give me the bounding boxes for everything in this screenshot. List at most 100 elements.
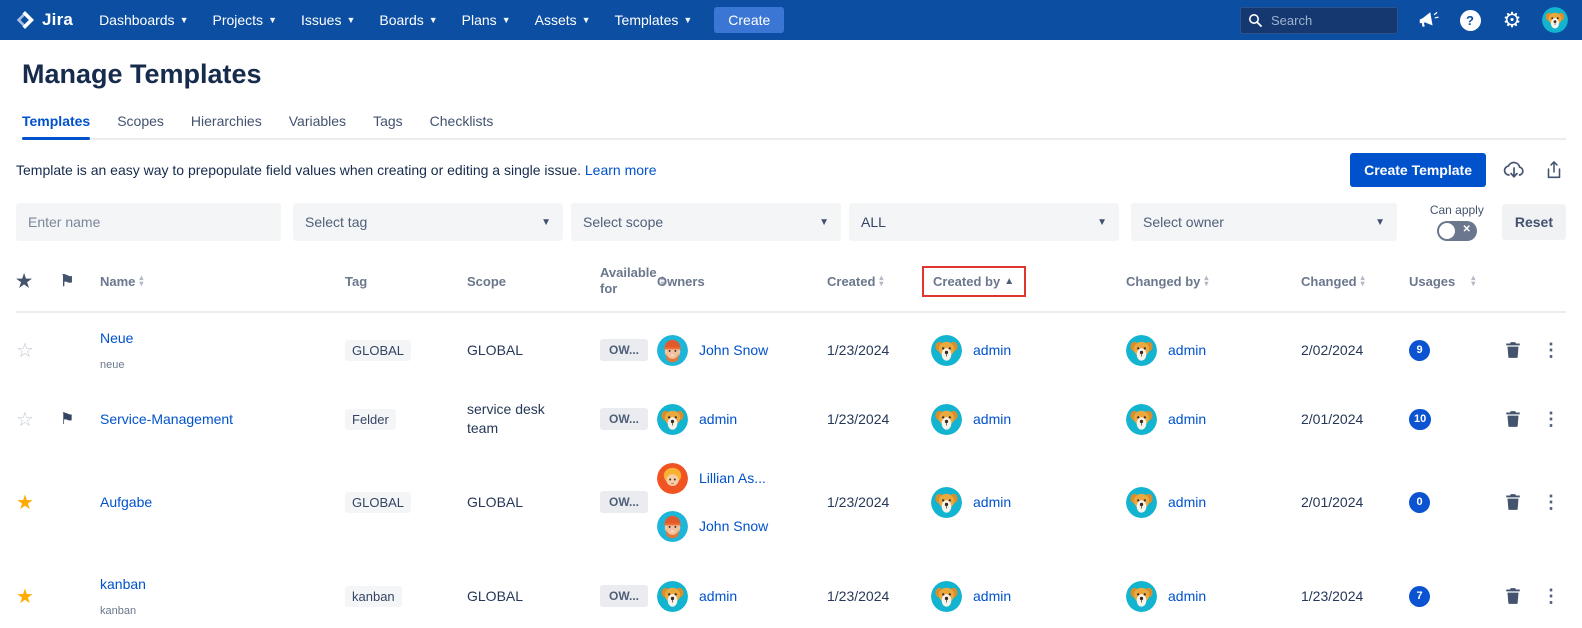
usages-badge[interactable]: 9 <box>1409 340 1430 361</box>
trash-icon[interactable] <box>1504 410 1522 428</box>
usages-badge[interactable]: 10 <box>1409 409 1431 430</box>
star-icon[interactable]: ☆ <box>16 340 34 362</box>
created-by-link[interactable]: admin <box>973 494 1011 510</box>
tab-variables[interactable]: Variables <box>289 107 346 138</box>
flag-icon[interactable]: ⚑ <box>60 411 74 428</box>
changed-by-link[interactable]: admin <box>1168 411 1206 427</box>
kebab-menu-icon[interactable]: ⋮ <box>1542 586 1560 607</box>
nav-item-issues[interactable]: Issues▼ <box>301 12 355 28</box>
owner-link[interactable]: John Snow <box>699 342 768 358</box>
owner: admin <box>657 404 827 435</box>
table-row: ☆ ⚑ Service-Management Felder service de… <box>16 387 1566 451</box>
search-input[interactable] <box>1240 7 1398 34</box>
can-apply-toggle[interactable]: ✕ <box>1437 221 1477 241</box>
dog-avatar <box>931 335 962 366</box>
jira-logo[interactable]: Jira <box>14 9 73 31</box>
reset-button[interactable]: Reset <box>1502 204 1566 240</box>
page-title: Manage Templates <box>22 59 1566 90</box>
nav-item-templates[interactable]: Templates▼ <box>615 12 693 28</box>
help-icon[interactable]: ? <box>1458 8 1482 32</box>
changed-by-link[interactable]: admin <box>1168 342 1206 358</box>
tab-templates[interactable]: Templates <box>22 107 90 138</box>
star-icon[interactable]: ★ <box>16 492 34 514</box>
table-row: ★ Aufgabe GLOBAL GLOBAL OW... Lillian As… <box>16 451 1566 553</box>
trash-icon[interactable] <box>1504 341 1522 359</box>
header-created-by: Created by▲ <box>931 266 1126 297</box>
can-apply-filter: Can apply ✕ <box>1430 203 1484 241</box>
nav-item-assets[interactable]: Assets▼ <box>535 12 591 28</box>
kebab-menu-icon[interactable]: ⋮ <box>1542 492 1560 513</box>
changed-by: admin <box>1126 335 1301 366</box>
owner-link[interactable]: John Snow <box>699 518 768 534</box>
tag-filter-select[interactable]: Select tag▼ <box>293 203 563 241</box>
type-filter-select[interactable]: ALL▼ <box>849 203 1119 241</box>
name-filter-input[interactable] <box>16 203 281 241</box>
owner-filter-select[interactable]: Select owner▼ <box>1131 203 1397 241</box>
dog-avatar <box>931 581 962 612</box>
star-icon[interactable]: ☆ <box>16 409 34 431</box>
sort-icon[interactable]: ▴▾ <box>1361 275 1365 287</box>
megaphone-icon[interactable] <box>1416 8 1440 32</box>
chevron-down-icon: ▼ <box>502 15 511 25</box>
tab-hierarchies[interactable]: Hierarchies <box>191 107 262 138</box>
cloud-download-icon[interactable] <box>1502 158 1526 182</box>
created-by-link[interactable]: admin <box>973 588 1011 604</box>
dog-avatar <box>931 404 962 435</box>
scope-text: GLOBAL <box>467 588 600 604</box>
chevron-down-icon: ▼ <box>180 15 189 25</box>
user-avatar[interactable] <box>1542 7 1568 33</box>
sort-icon[interactable]: ▴▾ <box>1204 275 1208 287</box>
owner-link[interactable]: admin <box>699 588 737 604</box>
template-name-link[interactable]: Aufgabe <box>100 494 345 510</box>
owner-link[interactable]: admin <box>699 411 737 427</box>
dog-avatar <box>1126 404 1157 435</box>
sort-icon[interactable]: ▴▾ <box>139 275 143 287</box>
created-by: admin <box>931 487 1126 518</box>
dog-avatar <box>1542 7 1568 33</box>
flag-header-icon[interactable]: ⚑ <box>60 271 74 291</box>
template-name-link[interactable]: Neue <box>100 330 345 346</box>
export-icon[interactable] <box>1542 158 1566 182</box>
nav-item-boards[interactable]: Boards▼ <box>379 12 437 28</box>
kebab-menu-icon[interactable]: ⋮ <box>1542 340 1560 361</box>
nav-item-plans[interactable]: Plans▼ <box>462 12 511 28</box>
changed-by: admin <box>1126 404 1301 435</box>
changed-by-link[interactable]: admin <box>1168 588 1206 604</box>
created-by-link[interactable]: admin <box>973 342 1011 358</box>
sort-icon[interactable]: ▴▾ <box>1471 275 1475 287</box>
dog-avatar <box>1126 487 1157 518</box>
star-icon[interactable]: ★ <box>16 586 34 608</box>
header-changed-by: Changed by▴▾ <box>1126 274 1301 289</box>
created-by-link[interactable]: admin <box>973 411 1011 427</box>
nav-item-projects[interactable]: Projects▼ <box>212 12 277 28</box>
lillian-avatar <box>657 463 688 494</box>
favorite-header-icon[interactable]: ★ <box>16 271 32 292</box>
scope-filter-select[interactable]: Select scope▼ <box>571 203 841 241</box>
jira-logo-icon <box>14 9 36 31</box>
template-name-link[interactable]: kanban <box>100 576 345 592</box>
kebab-menu-icon[interactable]: ⋮ <box>1542 409 1560 430</box>
owner-link[interactable]: Lillian As... <box>699 470 766 486</box>
trash-icon[interactable] <box>1504 587 1522 605</box>
trash-icon[interactable] <box>1504 493 1522 511</box>
changed-by-link[interactable]: admin <box>1168 494 1206 510</box>
header-usages: Usages▴▾ <box>1409 274 1494 289</box>
gear-icon[interactable]: ⚙ <box>1500 8 1524 32</box>
search-icon <box>1248 13 1262 27</box>
sort-icon[interactable]: ▴▾ <box>879 275 883 287</box>
chevron-down-icon: ▼ <box>582 15 591 25</box>
create-template-button[interactable]: Create Template <box>1350 153 1486 187</box>
tab-checklists[interactable]: Checklists <box>430 107 494 138</box>
dog-avatar <box>931 487 962 518</box>
template-name-link[interactable]: Service-Management <box>100 411 345 427</box>
create-button[interactable]: Create <box>714 7 784 33</box>
tab-tags[interactable]: Tags <box>373 107 403 138</box>
usages-badge[interactable]: 7 <box>1409 586 1430 607</box>
header-name: Name▴▾ <box>100 274 345 289</box>
tab-scopes[interactable]: Scopes <box>117 107 164 138</box>
created-date: 1/23/2024 <box>827 411 931 427</box>
usages-badge[interactable]: 0 <box>1409 492 1430 513</box>
nav-item-dashboards[interactable]: Dashboards▼ <box>99 12 188 28</box>
sort-asc-icon[interactable]: ▲ <box>1004 276 1014 287</box>
learn-more-link[interactable]: Learn more <box>585 162 657 178</box>
